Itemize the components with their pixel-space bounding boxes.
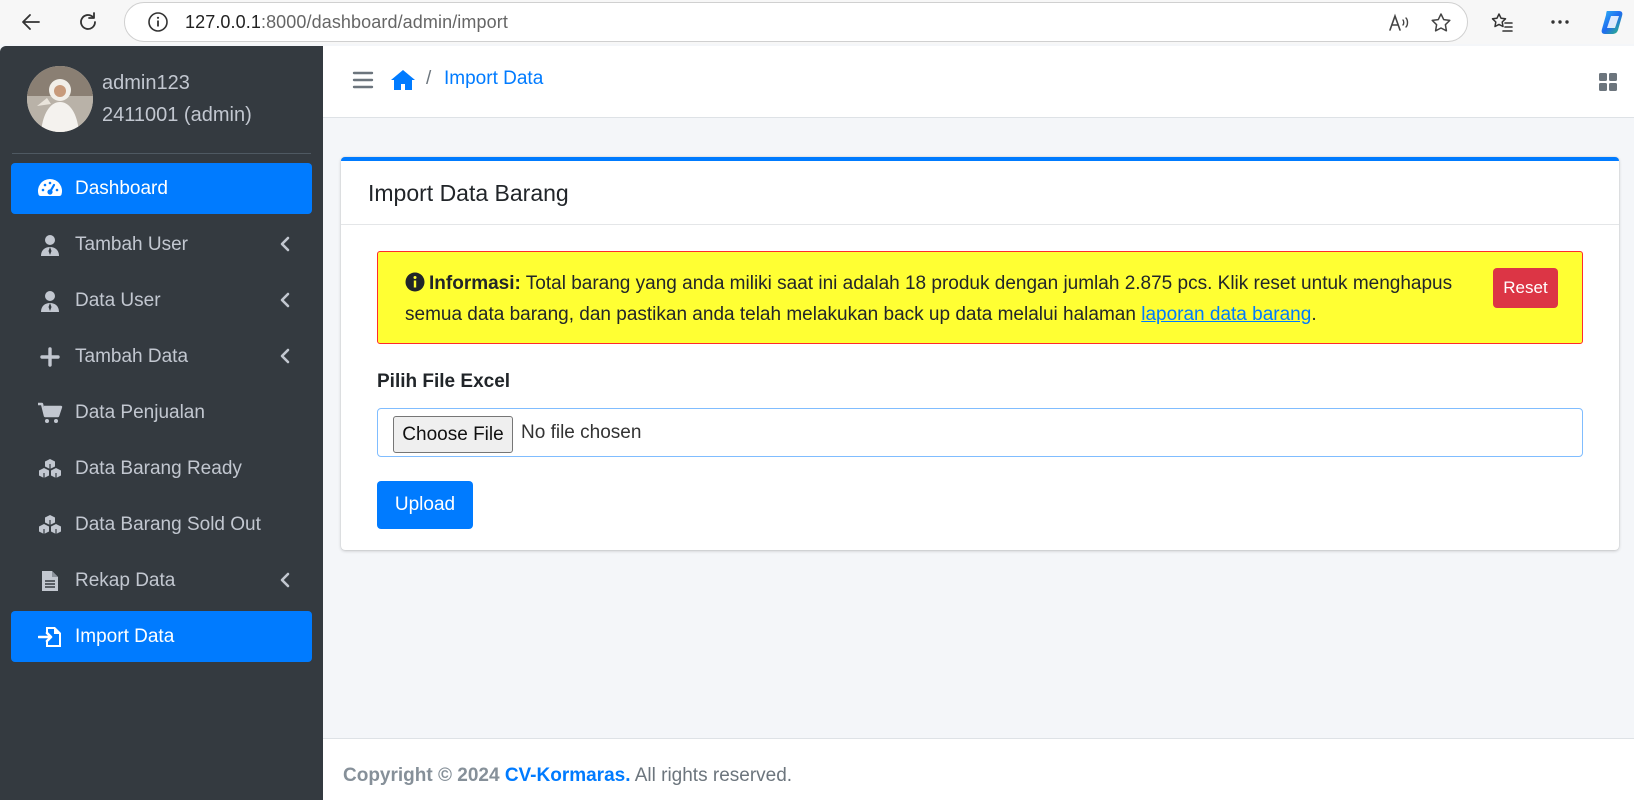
breadcrumb-active[interactable]: Import Data	[444, 68, 543, 90]
sidebar-item-label: Data Barang Ready	[75, 457, 242, 479]
alert-end: .	[1311, 304, 1317, 325]
alert-label: Informasi:	[429, 273, 521, 294]
sidebar-item-label: Import Data	[75, 625, 175, 647]
sidebar-item-rekap-data[interactable]: Rekap Data	[11, 555, 312, 606]
sidebar-item-import-data[interactable]: Import Data	[11, 611, 312, 662]
read-aloud-icon[interactable]	[1387, 11, 1411, 40]
card-header: Import Data Barang	[341, 161, 1619, 225]
user-name[interactable]: admin123	[102, 72, 190, 95]
favorite-star-icon[interactable]	[1429, 11, 1453, 40]
sidebar-item-label: Tambah User	[75, 233, 188, 255]
file-label: Pilih File Excel	[377, 371, 511, 392]
sidebar-item-label: Rekap Data	[75, 569, 176, 591]
chevron-left-icon	[278, 348, 292, 364]
browser-toolbar: 127.0.0.1:8000/dashboard/admin/import	[0, 0, 1634, 44]
sidebar-item-data-barang-ready[interactable]: Data Barang Ready	[11, 443, 312, 494]
top-navbar: / Import Data	[323, 46, 1634, 118]
sidebar-item-label: Data User	[75, 289, 161, 311]
chevron-left-icon	[278, 236, 292, 252]
cubes-icon	[35, 457, 65, 481]
info-alert: Informasi: Total barang yang anda miliki…	[377, 251, 1583, 344]
site-info-icon[interactable]	[147, 11, 169, 33]
copilot-icon[interactable]	[1597, 5, 1631, 39]
info-circle-icon	[405, 271, 425, 292]
brand-link[interactable]: CV-Kormaras.	[505, 765, 631, 786]
user-panel: admin123 2411001 (admin)	[12, 46, 311, 154]
sidebar: admin123 2411001 (admin) Dashboard Tamba…	[0, 46, 323, 800]
user-icon	[35, 233, 65, 257]
sidebar-item-data-user[interactable]: Data User	[11, 275, 312, 326]
cart-icon	[35, 401, 65, 425]
sidebar-item-dashboard[interactable]: Dashboard	[11, 163, 312, 214]
user-id-role: 2411001 (admin)	[102, 104, 252, 126]
chevron-left-icon	[278, 572, 292, 588]
sidebar-item-data-penjualan[interactable]: Data Penjualan	[11, 387, 312, 438]
reload-icon[interactable]	[71, 5, 105, 39]
url-text: 127.0.0.1:8000/dashboard/admin/import	[185, 11, 508, 32]
sidebar-item-tambah-data[interactable]: Tambah Data	[11, 331, 312, 382]
sidebar-item-tambah-user[interactable]: Tambah User	[11, 219, 312, 270]
copyright-text: Copyright © 2024	[343, 765, 500, 786]
sidebar-item-label: Data Penjualan	[75, 401, 205, 423]
sidebar-item-data-barang-sold-out[interactable]: Data Barang Sold Out	[11, 499, 312, 550]
more-options-icon[interactable]	[1543, 5, 1577, 39]
card-title: Import Data Barang	[368, 180, 569, 206]
favorites-icon[interactable]	[1485, 5, 1519, 39]
import-icon	[35, 625, 65, 649]
file-input[interactable]: Choose File No file chosen	[377, 408, 1583, 457]
sidebar-item-label: Data Barang Sold Out	[75, 513, 261, 535]
import-card: Import Data Barang Informasi: Total bara…	[341, 157, 1619, 550]
sidebar-item-label: Tambah Data	[75, 345, 189, 367]
sidebar-nav: Dashboard Tambah User Data User Tambah D…	[11, 163, 312, 667]
avatar[interactable]	[27, 66, 93, 132]
dashboard-gauge-icon	[35, 177, 65, 201]
user-icon	[35, 289, 65, 313]
choose-file-button[interactable]: Choose File	[393, 416, 513, 453]
plus-icon	[35, 345, 65, 369]
grid-apps-icon[interactable]	[1598, 72, 1618, 92]
laporan-link[interactable]: laporan data barang	[1141, 304, 1311, 325]
back-icon[interactable]	[14, 5, 48, 39]
cubes-icon	[35, 513, 65, 537]
sidebar-item-label: Dashboard	[75, 177, 168, 199]
footer: Copyright © 2024 CV-Kormaras. All rights…	[323, 738, 1634, 800]
alert-message: Informasi: Total barang yang anda miliki…	[405, 268, 1465, 330]
rights-text: All rights reserved.	[630, 765, 793, 786]
home-icon[interactable]	[390, 68, 416, 92]
upload-button[interactable]: Upload	[377, 481, 473, 529]
chevron-left-icon	[278, 292, 292, 308]
address-bar[interactable]: 127.0.0.1:8000/dashboard/admin/import	[124, 2, 1468, 42]
menu-toggle-icon[interactable]	[352, 70, 374, 90]
reset-button[interactable]: Reset	[1493, 268, 1558, 308]
no-file-text: No file chosen	[521, 422, 642, 443]
breadcrumb-separator: /	[426, 68, 432, 89]
footer-text: Copyright © 2024 CV-Kormaras. All rights…	[343, 765, 792, 787]
file-icon	[35, 569, 65, 593]
